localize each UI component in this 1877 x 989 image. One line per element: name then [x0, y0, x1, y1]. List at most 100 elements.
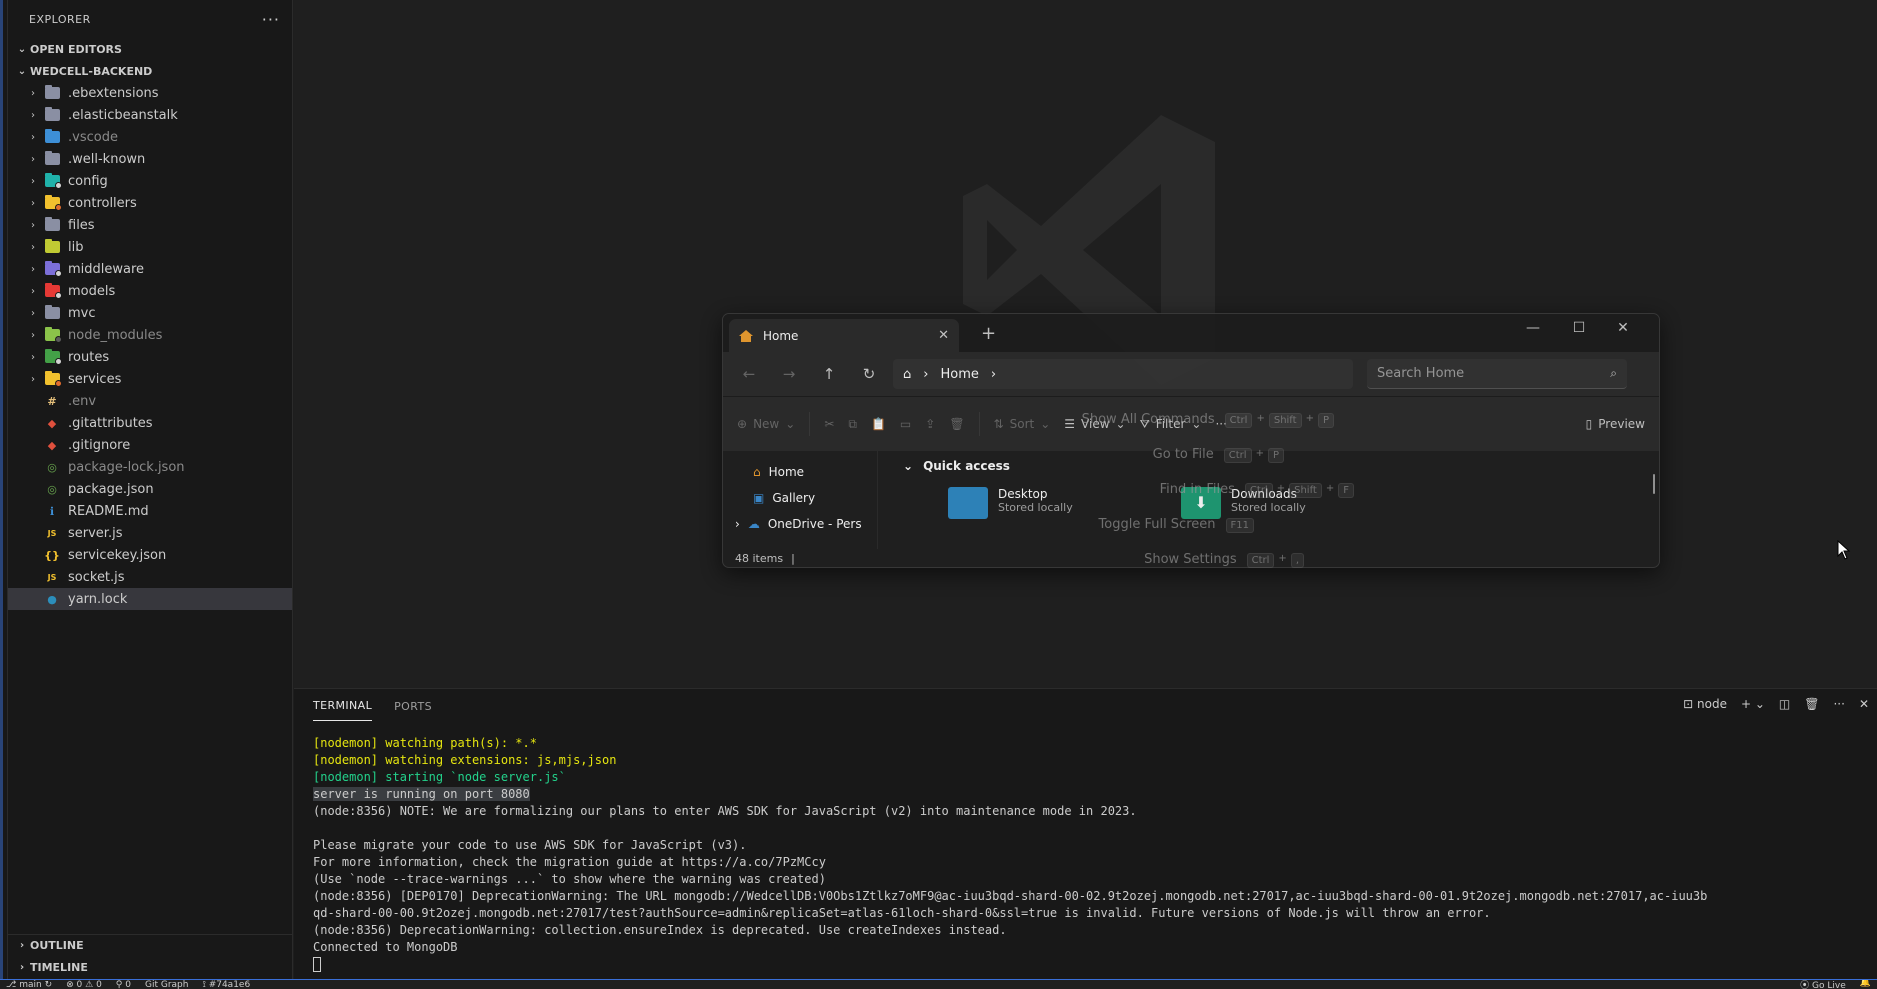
tree-item-label: routes	[68, 349, 110, 365]
terminal-shell-selector[interactable]: ⊡ node	[1683, 697, 1727, 711]
tree-item-files[interactable]: › files	[8, 214, 292, 236]
problems-indicator[interactable]: ⊗ 0 ⚠ 0	[66, 980, 102, 989]
branch-indicator[interactable]: ⎇ main ↻	[6, 980, 52, 989]
tree-item-routes[interactable]: › routes	[8, 346, 292, 368]
more-actions-icon[interactable]: ···	[262, 10, 280, 29]
refresh-icon[interactable]: ↻	[853, 365, 885, 383]
tree-item-readme-md[interactable]: ℹ README.md	[8, 500, 292, 522]
kill-terminal-icon[interactable]: 🗑	[1804, 697, 1819, 711]
copy-icon[interactable]: ⧉	[848, 417, 857, 432]
tree-item-middleware[interactable]: › middleware	[8, 258, 292, 280]
tree-item-lib[interactable]: › lib	[8, 236, 292, 258]
close-tab-icon[interactable]: ✕	[938, 328, 949, 343]
timeline-section[interactable]: › TIMELINE	[8, 956, 292, 978]
divider	[809, 412, 811, 436]
chevron-right-icon: ›	[31, 263, 35, 275]
ports-indicator[interactable]: ⚲ 0	[116, 980, 131, 989]
tree-item-elasticbeanstalk[interactable]: › .elasticbeanstalk	[8, 104, 292, 126]
tree-item-well-known[interactable]: › .well-known	[8, 148, 292, 170]
content-pane: ⌄ Quick access Desktop Stored locally ⬇ Do…	[878, 451, 1659, 549]
tree-item-socket-js[interactable]: JS socket.js	[8, 566, 292, 588]
up-icon[interactable]: ↑	[813, 365, 845, 383]
tree-item-yarn-lock[interactable]: ● yarn.lock	[8, 588, 292, 610]
tree-item-mvc[interactable]: › mvc	[8, 302, 292, 324]
folder-icon	[44, 371, 62, 387]
tab-terminal[interactable]: TERMINAL	[313, 691, 373, 721]
paste-icon[interactable]: 📋	[871, 417, 886, 431]
search-input[interactable]: Search Home ⌕	[1367, 359, 1627, 389]
search-icon: ⌕	[1610, 366, 1617, 380]
tree-item-label: files	[68, 217, 95, 233]
address-bar[interactable]: ⌂ › Home ›	[893, 359, 1353, 389]
tree-item-controllers[interactable]: › controllers	[8, 192, 292, 214]
more-actions-icon[interactable]: ···	[1833, 697, 1844, 711]
chevron-right-icon: ›	[31, 285, 35, 297]
tree-item-package-lock-json[interactable]: ◎ package-lock.json	[8, 456, 292, 478]
js-icon: JS	[47, 572, 57, 582]
maximize-icon[interactable]: ☐	[1559, 320, 1599, 336]
tree-item-label: mvc	[68, 305, 96, 321]
tree-item-node-modules[interactable]: › node_modules	[8, 324, 292, 346]
git-icon: ◆	[47, 438, 57, 452]
chevron-down-icon: ⌄	[903, 459, 914, 473]
js-icon: JS	[47, 528, 57, 538]
tree-item-label: .ebextensions	[68, 85, 159, 101]
preview-button[interactable]: ▯ Preview	[1586, 417, 1645, 431]
tree-item-config[interactable]: › config	[8, 170, 292, 192]
tab-ports[interactable]: PORTS	[394, 692, 432, 721]
cut-icon[interactable]: ✂	[824, 417, 834, 431]
terminal-output[interactable]: [nodemon] watching path(s): *.* [nodemon]…	[313, 735, 1867, 973]
folder-icon	[44, 349, 62, 365]
back-icon[interactable]: ←	[733, 365, 765, 383]
chevron-right-icon: ›	[31, 87, 35, 99]
explorer-header: EXPLORER ···	[8, 0, 292, 38]
folder-icon	[44, 305, 60, 320]
tree-item-env[interactable]: # .env	[8, 390, 292, 412]
open-editors-section[interactable]: ⌄ OPEN EDITORS	[8, 38, 292, 60]
nav-item-gallery[interactable]: ▣ Gallery	[723, 485, 877, 511]
terminal-cursor	[313, 957, 321, 972]
git-graph-button[interactable]: Git Graph	[145, 980, 188, 989]
breadcrumb-home[interactable]: Home	[940, 367, 978, 382]
chevron-right-icon: ›	[31, 351, 35, 363]
nav-item-onedrive[interactable]: › ☁ OneDrive - Pers	[723, 511, 877, 537]
tree-item-gitignore[interactable]: ◆ .gitignore	[8, 434, 292, 456]
scrollbar[interactable]	[1653, 474, 1655, 494]
chevron-right-icon: ›	[31, 109, 35, 121]
new-tab-icon[interactable]: +	[981, 323, 996, 344]
nav-item-home[interactable]: ⌂ Home	[723, 459, 877, 485]
hint-find-in-files: Find in Files Ctrl + Shift + F	[914, 482, 1354, 498]
tree-item-vscode[interactable]: › .vscode	[8, 126, 292, 148]
home-icon: ⌂	[903, 366, 912, 382]
home-icon: ⌂	[753, 465, 761, 479]
file-tree: › .ebextensions › .elasticbeanstalk › .vscode…	[8, 82, 292, 610]
outline-label: OUTLINE	[30, 939, 84, 952]
tree-item-package-json[interactable]: ◎ package.json	[8, 478, 292, 500]
commit-indicator[interactable]: ⟟ #74a1e6	[202, 980, 250, 989]
tree-item-servicekey-json[interactable]: {} servicekey.json	[8, 544, 292, 566]
tree-item-label: servicekey.json	[68, 547, 167, 563]
notifications-icon[interactable]: 🔔	[1860, 980, 1871, 989]
close-panel-icon[interactable]: ✕	[1859, 697, 1869, 711]
terminal-line: [nodemon] watching path(s): *.*	[313, 736, 537, 750]
hint-show-settings: Show Settings Ctrl +,	[914, 552, 1304, 568]
tree-item-server-js[interactable]: JS server.js	[8, 522, 292, 544]
new-terminal-icon[interactable]: + ⌄	[1741, 697, 1765, 711]
home-tab[interactable]: Home ✕	[729, 319, 959, 352]
tree-item-gitattributes[interactable]: ◆ .gitattributes	[8, 412, 292, 434]
minimize-icon[interactable]: —	[1513, 320, 1553, 336]
tree-item-ebextensions[interactable]: › .ebextensions	[8, 82, 292, 104]
forward-icon[interactable]: →	[773, 365, 805, 383]
close-window-icon[interactable]: ✕	[1603, 320, 1643, 336]
new-button[interactable]: ⊕ New ⌄	[737, 417, 795, 431]
go-live-button[interactable]: ⦿ Go Live	[1800, 980, 1846, 989]
tree-item-services[interactable]: › services	[8, 368, 292, 390]
outline-section[interactable]: › OUTLINE	[8, 934, 292, 956]
rename-icon[interactable]: ▭	[900, 417, 911, 431]
folder-icon	[44, 195, 62, 211]
chevron-right-icon: ›	[990, 366, 997, 382]
chevron-right-icon: ›	[31, 175, 35, 187]
tree-item-models[interactable]: › models	[8, 280, 292, 302]
split-terminal-icon[interactable]: ◫	[1779, 697, 1790, 711]
project-section[interactable]: ⌄ WEDCELL-BACKEND	[8, 60, 292, 82]
